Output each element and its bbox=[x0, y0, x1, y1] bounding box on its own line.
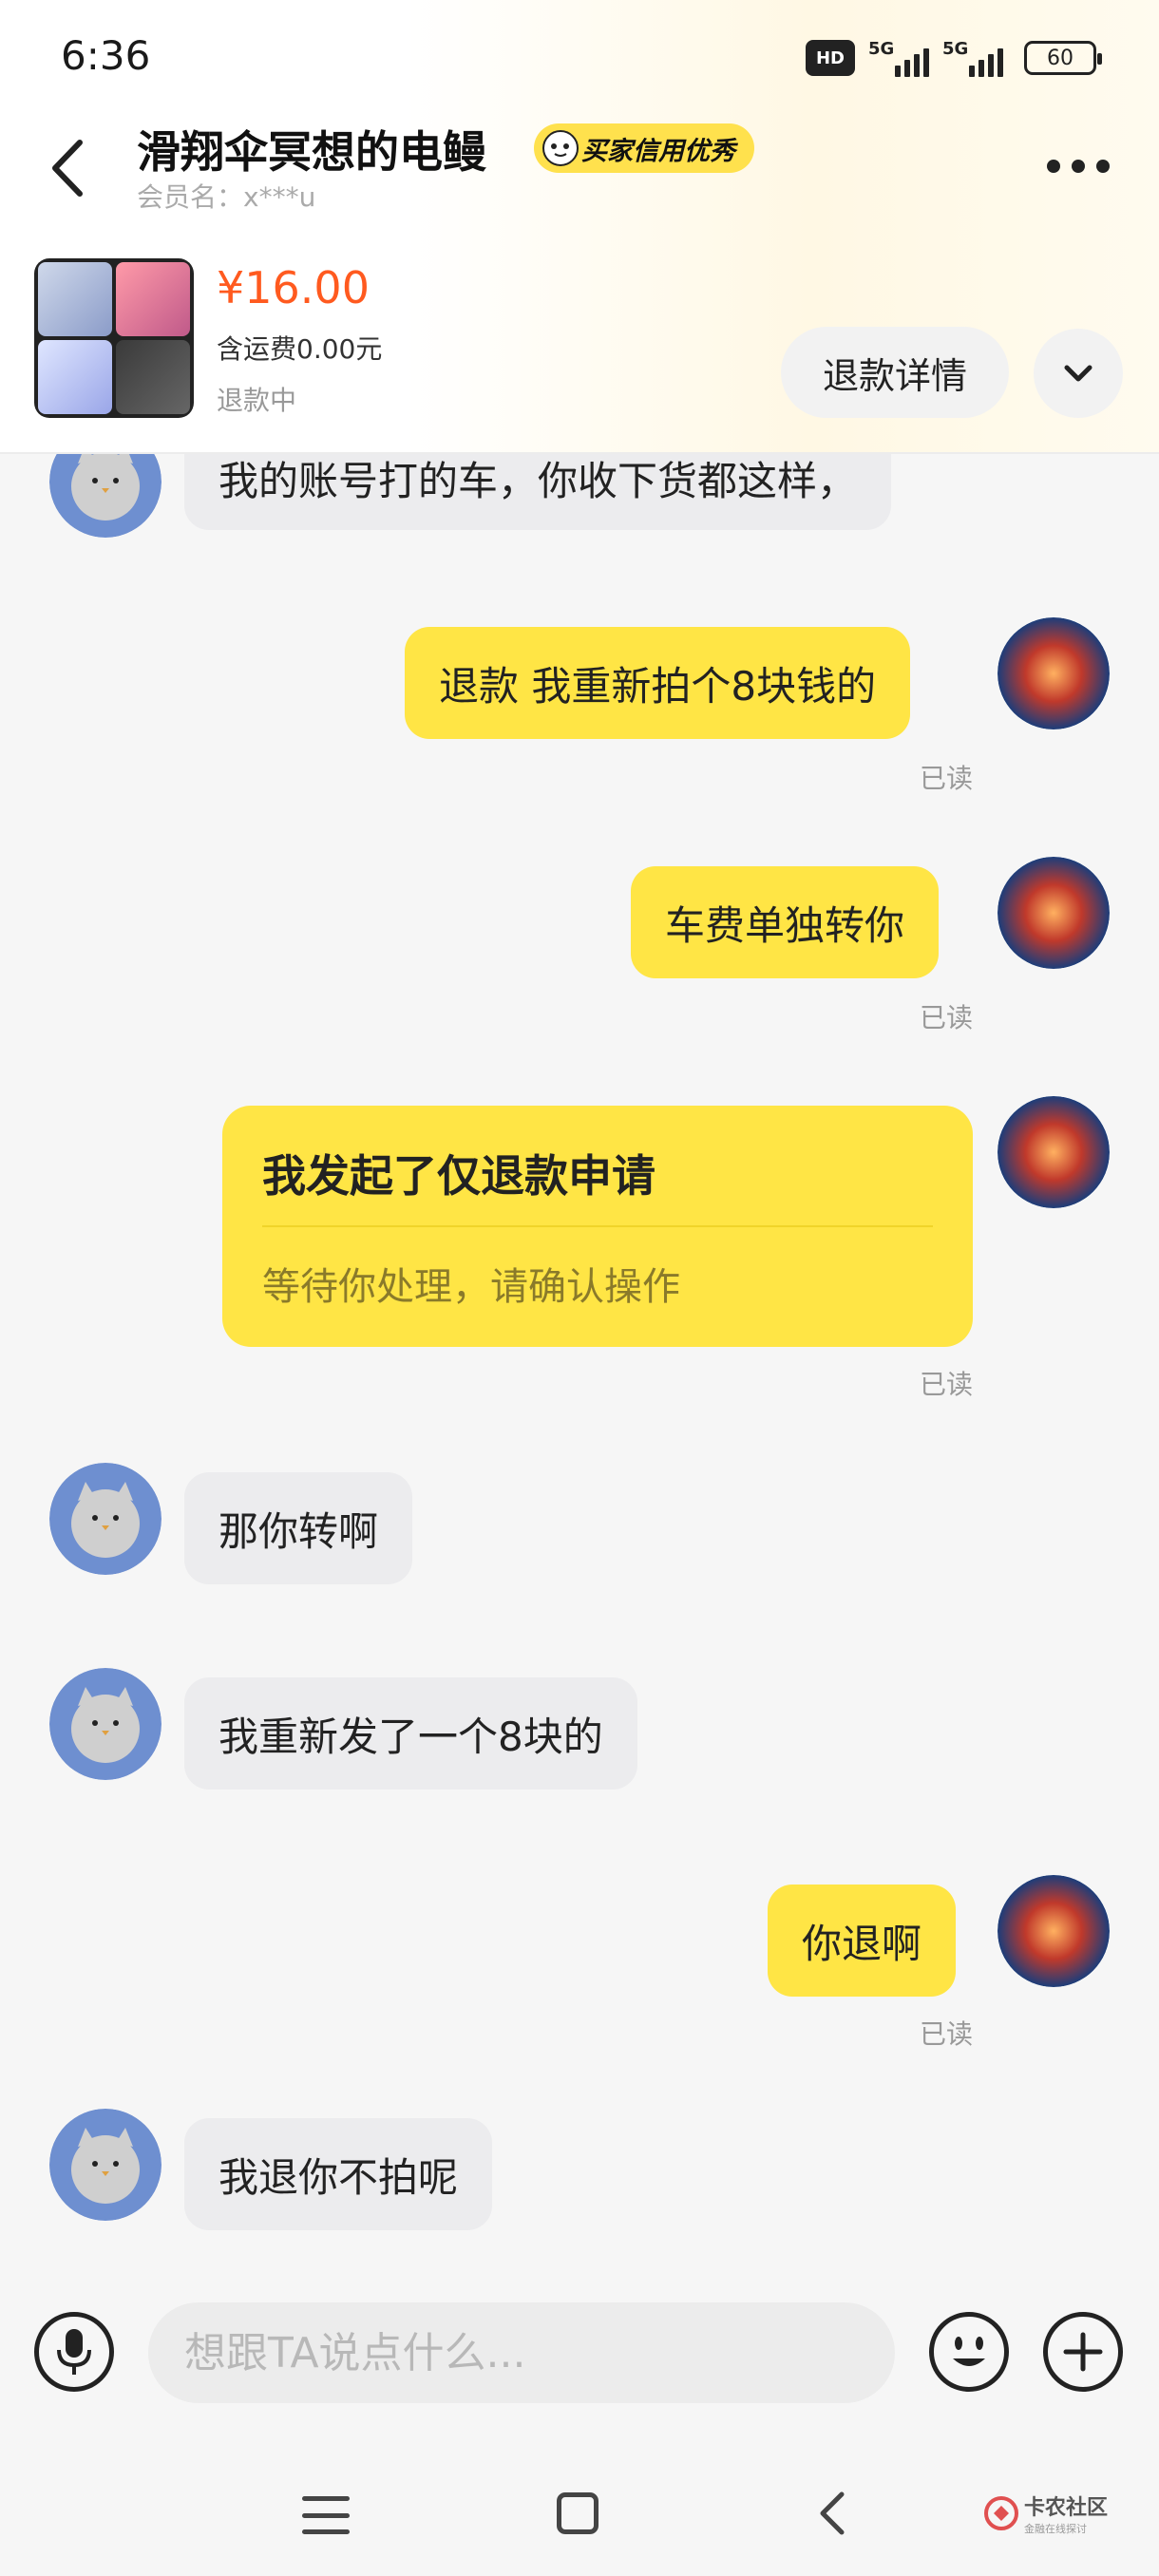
message-bubble[interactable]: 退款 我重新拍个8块钱的 bbox=[405, 627, 911, 739]
input-bar bbox=[0, 2299, 1159, 2422]
read-receipt: 已读 bbox=[919, 2018, 973, 2050]
microphone-icon bbox=[57, 2329, 91, 2375]
chevron-down-icon bbox=[1064, 365, 1092, 382]
card-title: 我发起了仅退款申请 bbox=[262, 1150, 656, 1202]
my-avatar[interactable] bbox=[998, 1875, 1110, 1987]
seller-avatar[interactable] bbox=[49, 2109, 162, 2221]
member-name: 会员名：x***u bbox=[137, 181, 316, 213]
expand-button[interactable] bbox=[1034, 329, 1123, 418]
message-bubble[interactable]: 我退你不拍呢 bbox=[184, 2118, 493, 2230]
my-avatar[interactable] bbox=[998, 617, 1110, 729]
status-bar: 6:36 HD 5G 5G 60 bbox=[0, 0, 1159, 104]
message-bubble[interactable]: 你退啊 bbox=[768, 1885, 957, 1997]
read-receipt: 已读 bbox=[919, 1002, 973, 1033]
more-dots-icon bbox=[1047, 160, 1060, 173]
fire-avatar-icon bbox=[998, 857, 1110, 969]
order-summary[interactable]: ¥16.00 含运费0.00元 退款中 退款详情 bbox=[0, 247, 1159, 446]
badge-label: 买家信用优秀 bbox=[581, 136, 735, 166]
home-icon[interactable] bbox=[557, 2492, 598, 2534]
my-avatar[interactable] bbox=[998, 1096, 1110, 1208]
my-avatar[interactable] bbox=[998, 857, 1110, 969]
message-bubble[interactable]: 我重新发了一个8块的 bbox=[184, 1677, 637, 1790]
product-thumbnail[interactable] bbox=[34, 258, 194, 418]
seller-avatar[interactable] bbox=[49, 1463, 162, 1575]
message-bubble[interactable]: 车费单独转你 bbox=[631, 866, 940, 978]
more-button[interactable] bbox=[1047, 152, 1113, 180]
back-button[interactable] bbox=[44, 135, 93, 201]
hd-icon: HD bbox=[806, 40, 855, 76]
message-input[interactable] bbox=[148, 2302, 895, 2403]
message-bubble[interactable]: 那你转啊 bbox=[184, 1472, 413, 1584]
order-status: 退款中 bbox=[217, 385, 297, 416]
cat-avatar-icon bbox=[49, 1668, 162, 1780]
card-subtitle: 等待你处理，请确认操作 bbox=[262, 1265, 680, 1309]
watermark-sub: 金融在线探讨 bbox=[1024, 2523, 1087, 2535]
status-icons: HD 5G 5G 60 bbox=[806, 36, 1102, 80]
seller-avatar[interactable] bbox=[49, 454, 162, 538]
refund-detail-button[interactable]: 退款详情 bbox=[781, 327, 1009, 418]
back-arrow-icon bbox=[52, 140, 83, 197]
system-nav-bar: 卡农社区 金融在线探讨 bbox=[0, 2422, 1159, 2576]
credit-badge[interactable]: 买家信用优秀 bbox=[534, 123, 754, 173]
watermark-text: 卡农社区 bbox=[1024, 2496, 1109, 2520]
plus-icon bbox=[1063, 2332, 1103, 2372]
battery-icon: 60 bbox=[1024, 41, 1102, 75]
voice-button[interactable] bbox=[34, 2312, 114, 2392]
chat-title[interactable]: 滑翔伞冥想的电鳗 bbox=[137, 118, 486, 180]
watermark: 卡农社区 金融在线探讨 bbox=[984, 2491, 1108, 2536]
status-time: 6:36 bbox=[61, 32, 151, 79]
signal-icon: 5G bbox=[868, 39, 929, 77]
refund-request-card[interactable]: 我发起了仅退款申请 等待你处理，请确认操作 bbox=[222, 1106, 973, 1347]
nav-back-icon[interactable] bbox=[813, 2489, 851, 2538]
seller-avatar[interactable] bbox=[49, 1668, 162, 1780]
watermark-logo-icon bbox=[984, 2496, 1018, 2530]
chat-area[interactable]: 我的账号打的车，你收下货都这样， 退款 我重新拍个8块钱的 已读 车费单独转你 … bbox=[0, 454, 1159, 2299]
cat-avatar-icon bbox=[49, 454, 162, 538]
read-receipt: 已读 bbox=[919, 763, 973, 794]
read-receipt: 已读 bbox=[919, 1369, 973, 1400]
fire-avatar-icon bbox=[998, 1875, 1110, 1987]
badge-face-icon bbox=[542, 130, 579, 166]
chat-header: 滑翔伞冥想的电鳗 买家信用优秀 会员名：x***u bbox=[0, 104, 1159, 218]
fire-avatar-icon bbox=[998, 1096, 1110, 1208]
message-bubble[interactable]: 我的账号打的车，你收下货都这样， bbox=[184, 454, 892, 530]
card-divider bbox=[262, 1225, 933, 1227]
menu-icon[interactable] bbox=[302, 2496, 350, 2534]
signal-label-2: 5G bbox=[942, 39, 969, 59]
order-shipping: 含运费0.00元 bbox=[217, 333, 383, 365]
smiley-icon bbox=[953, 2337, 985, 2366]
signal-icon-2: 5G bbox=[942, 39, 1003, 77]
order-price: ¥16.00 bbox=[217, 262, 370, 313]
emoji-button[interactable] bbox=[929, 2312, 1009, 2392]
plus-button[interactable] bbox=[1043, 2312, 1123, 2392]
cat-avatar-icon bbox=[49, 2109, 162, 2221]
cat-avatar-icon bbox=[49, 1463, 162, 1575]
fire-avatar-icon bbox=[998, 617, 1110, 729]
signal-label: 5G bbox=[868, 39, 895, 59]
